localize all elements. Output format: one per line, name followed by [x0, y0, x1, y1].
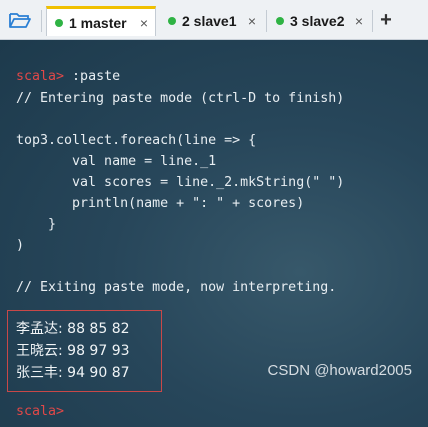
result-line: 王晓云: 98 97 93 [16, 343, 130, 359]
code-line: ) [16, 238, 25, 253]
command-line: scala> :paste [16, 69, 121, 84]
output-line: // Exiting paste mode, now interpreting. [16, 280, 337, 295]
close-icon[interactable]: × [355, 13, 363, 29]
command-line: scala> [16, 403, 64, 421]
tab-slave1[interactable]: 2 slave1 × [160, 6, 263, 36]
output-line: // Entering paste mode (ctrl-D to finish… [16, 91, 345, 106]
tab-label: 1 master [69, 14, 127, 31]
tab-divider [41, 10, 42, 32]
tab-label: 2 slave1 [182, 13, 237, 29]
tab-master[interactable]: 1 master × [46, 6, 156, 36]
code-line: val name = line._1 [16, 154, 217, 169]
code-line: top3.collect.foreach(line => { [16, 133, 257, 148]
close-icon[interactable]: × [248, 13, 256, 29]
prompt: scala> [16, 69, 65, 84]
tab-bar: 1 master × 2 slave1 × 3 slave2 × + [0, 0, 428, 40]
prompt: scala> [16, 404, 65, 419]
connected-dot-icon [55, 18, 63, 27]
open-folder-button[interactable] [6, 7, 34, 33]
tab-label: 3 slave2 [290, 13, 345, 29]
connected-dot-icon [168, 17, 176, 25]
tab-slave2[interactable]: 3 slave2 × [268, 6, 370, 36]
folder-icon [9, 13, 31, 28]
code-line: println(name + ": " + scores) [16, 196, 305, 211]
watermark: CSDN @howard2005 [267, 362, 412, 379]
result-line: 李孟达: 88 85 82 [16, 321, 130, 337]
result-line: 张三丰: 94 90 87 [16, 365, 130, 381]
close-icon[interactable]: × [140, 15, 148, 31]
code-line: } [16, 217, 57, 232]
tab-divider [372, 10, 373, 32]
add-tab-button[interactable]: + [375, 8, 397, 32]
tab-divider [266, 10, 267, 32]
code-line: val scores = line._2.mkString(" ") [16, 175, 345, 190]
connected-dot-icon [276, 17, 284, 25]
